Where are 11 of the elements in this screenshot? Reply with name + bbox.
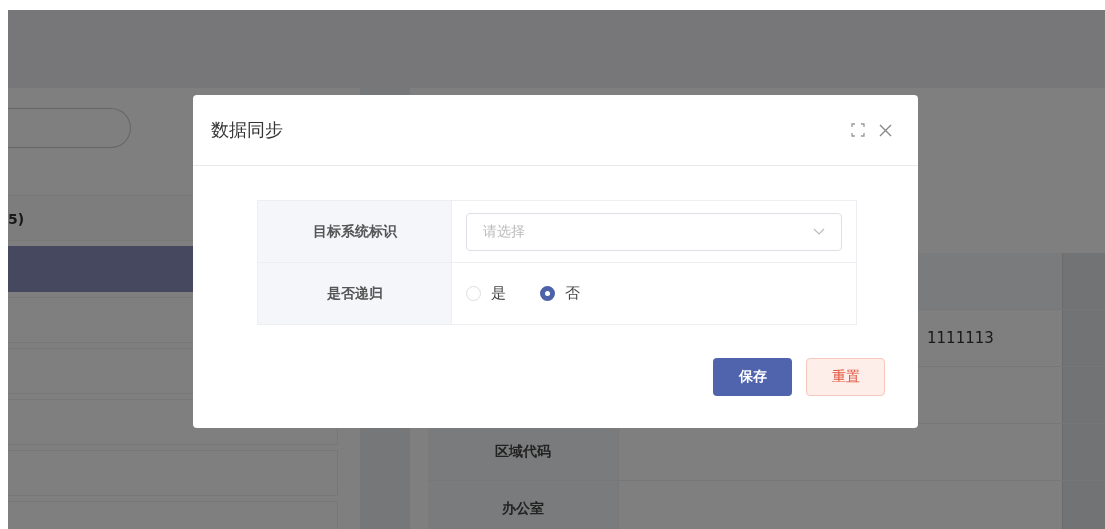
radio-option[interactable]: 否 <box>540 284 580 303</box>
chevron-down-icon <box>813 227 825 236</box>
radio-option[interactable]: 是 <box>466 284 506 303</box>
save-button[interactable]: 保存 <box>713 358 792 396</box>
table-cell: 办公室 <box>428 481 618 529</box>
field-label: 是否递归 <box>326 284 383 303</box>
close-icon[interactable] <box>879 123 892 137</box>
radio-button[interactable] <box>540 286 555 301</box>
reset-button[interactable]: 重置 <box>806 358 885 396</box>
dialog-title: 数据同步 <box>211 118 283 142</box>
fullscreen-icon[interactable] <box>851 123 865 137</box>
